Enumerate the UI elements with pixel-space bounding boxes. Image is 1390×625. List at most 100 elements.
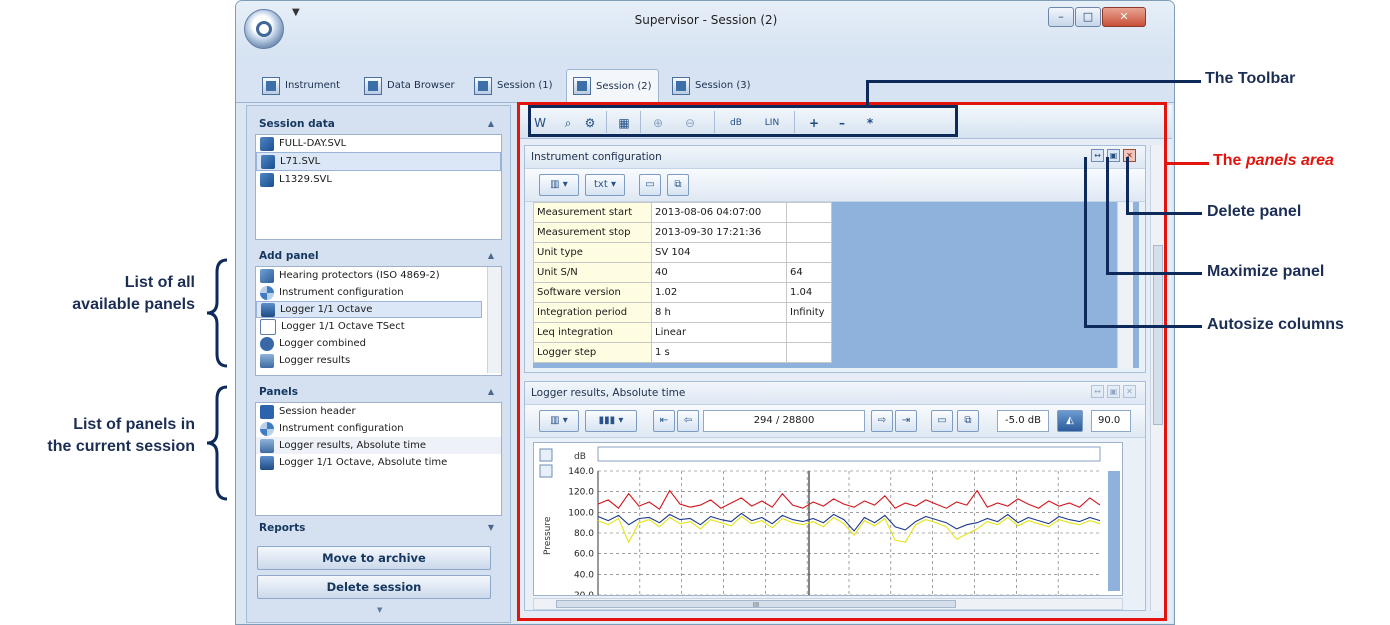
callout-line	[1084, 325, 1202, 328]
session-panels-list: Session header Instrument configuration …	[255, 402, 502, 516]
instrument-icon	[262, 76, 280, 95]
callout-line	[1106, 272, 1202, 275]
section-title: Session data	[259, 118, 335, 130]
info-icon	[260, 404, 274, 419]
session-icon	[672, 76, 690, 95]
collapse-icon[interactable]: ▲	[488, 246, 494, 266]
maximize-button[interactable]: □	[1075, 7, 1101, 27]
tab-label: Session (1)	[497, 80, 553, 91]
annotation-prefix: The	[1213, 152, 1246, 169]
section-title: Reports	[259, 522, 306, 534]
item-label: Logger combined	[279, 338, 366, 349]
tsect-icon	[260, 318, 276, 335]
item-label: Logger 1/1 Octave, Absolute time	[279, 457, 448, 468]
section-title: Panels	[259, 386, 298, 398]
hearing-protector-icon	[260, 268, 274, 283]
window-title: Supervisor - Session (2)	[634, 13, 778, 27]
session-data-section: Session data ▲ FULL-DAY.SVL L71.SVL L132…	[255, 114, 502, 240]
item-label: Instrument configuration	[279, 287, 404, 298]
svl-file-icon	[260, 172, 274, 187]
item-label: Logger 1/1 Octave	[280, 304, 373, 315]
list-item[interactable]: Session header	[256, 403, 501, 420]
expand-icon[interactable]: ▼	[488, 518, 494, 538]
list-item[interactable]: Instrument configuration	[256, 420, 501, 437]
move-to-archive-button[interactable]: Move to archive	[257, 546, 491, 570]
collapse-icon[interactable]: ▲	[488, 382, 494, 402]
callout-line	[866, 80, 869, 105]
logger-results-icon	[260, 353, 274, 368]
list-item[interactable]: Logger results	[256, 352, 501, 369]
tab-label: Instrument	[285, 80, 341, 91]
available-panels-annotation: List of all available panels	[40, 272, 195, 316]
list-item[interactable]: L1329.SVL	[256, 171, 501, 188]
octave-icon	[260, 455, 274, 470]
file-name: L71.SVL	[280, 156, 321, 167]
tab-session-3[interactable]: Session (3)	[666, 69, 757, 102]
tab-label: Session (2)	[596, 80, 652, 92]
delete-session-button[interactable]: Delete session	[257, 575, 491, 599]
tab-instrument[interactable]: Instrument	[256, 69, 346, 102]
available-panels-list: Hearing protectors (ISO 4869-2) Instrume…	[255, 266, 502, 376]
curly-brace	[205, 258, 229, 368]
annotation-emphasis: panels area	[1245, 152, 1334, 169]
panels-area-annotation: The panels area	[1213, 152, 1334, 170]
callout-line	[1126, 157, 1129, 215]
tab-label: Session (3)	[695, 80, 751, 91]
svl-file-icon	[260, 136, 274, 151]
delete-panel-annotation: Delete panel	[1207, 203, 1302, 220]
item-label: Session header	[279, 406, 356, 417]
title-bar	[236, 1, 1174, 61]
section-header[interactable]: Add panel ▲	[255, 246, 502, 266]
list-item[interactable]: Logger combined	[256, 335, 501, 352]
item-label: Logger results, Absolute time	[279, 440, 426, 451]
list-item[interactable]: Hearing protectors (ISO 4869-2)	[256, 267, 501, 284]
collapse-icon[interactable]: ▲	[488, 114, 494, 134]
curly-brace	[205, 385, 229, 501]
tab-session-2[interactable]: Session (2)	[566, 69, 659, 102]
panels-section: Panels ▲ Session header Instrument confi…	[255, 382, 502, 516]
annotation-line: List of panels in	[73, 416, 195, 433]
list-item[interactable]: Logger 1/1 Octave	[256, 301, 482, 318]
octave-icon	[261, 302, 275, 317]
reports-section-header[interactable]: Reports ▼	[255, 518, 502, 538]
tab-session-1[interactable]: Session (1)	[468, 69, 559, 102]
item-label: Hearing protectors (ISO 4869-2)	[279, 270, 440, 281]
chevron-down-icon[interactable]: ▼	[377, 606, 382, 614]
list-item[interactable]: Logger results, Absolute time	[256, 437, 501, 454]
file-name: FULL-DAY.SVL	[279, 138, 347, 149]
annotation-line: List of all	[124, 274, 195, 291]
list-item[interactable]: L71.SVL	[256, 152, 501, 171]
annotation-line: the current session	[47, 438, 195, 455]
toolbar-highlight	[528, 105, 958, 137]
callout-line	[866, 80, 1201, 83]
section-header[interactable]: Session data ▲	[255, 114, 502, 134]
binoculars-icon	[364, 76, 382, 95]
toolbar-annotation: The Toolbar	[1205, 70, 1296, 87]
autosize-columns-annotation: Autosize columns	[1207, 316, 1344, 333]
annotation-line: available panels	[72, 296, 195, 313]
item-label: Logger 1/1 Octave TSect	[281, 321, 405, 332]
section-header[interactable]: Panels ▲	[255, 382, 502, 402]
tab-data-browser[interactable]: Data Browser	[358, 69, 461, 102]
session-icon	[573, 77, 591, 95]
configuration-icon	[260, 285, 274, 300]
close-button[interactable]: ✕	[1102, 7, 1146, 27]
logger-results-icon	[260, 438, 274, 453]
list-item[interactable]: Logger 1/1 Octave TSect	[256, 318, 501, 335]
callout-line	[1084, 157, 1087, 328]
list-item[interactable]: Logger 1/1 Octave, Absolute time	[256, 454, 501, 471]
section-title: Add panel	[259, 250, 319, 262]
item-label: Instrument configuration	[279, 423, 404, 434]
configuration-icon	[260, 421, 274, 436]
file-name: L1329.SVL	[279, 174, 332, 185]
list-item[interactable]: FULL-DAY.SVL	[256, 135, 501, 152]
maximize-panel-annotation: Maximize panel	[1207, 263, 1325, 280]
list-item[interactable]: Instrument configuration	[256, 284, 501, 301]
vertical-scrollbar[interactable]	[487, 267, 501, 373]
add-panel-section: Add panel ▲ Hearing protectors (ISO 4869…	[255, 246, 502, 376]
left-pane: Session data ▲ FULL-DAY.SVL L71.SVL L132…	[246, 105, 511, 623]
item-label: Logger results	[279, 355, 351, 366]
callout-line	[1167, 162, 1209, 165]
callout-line	[1106, 157, 1109, 275]
minimize-button[interactable]: –	[1048, 7, 1074, 27]
